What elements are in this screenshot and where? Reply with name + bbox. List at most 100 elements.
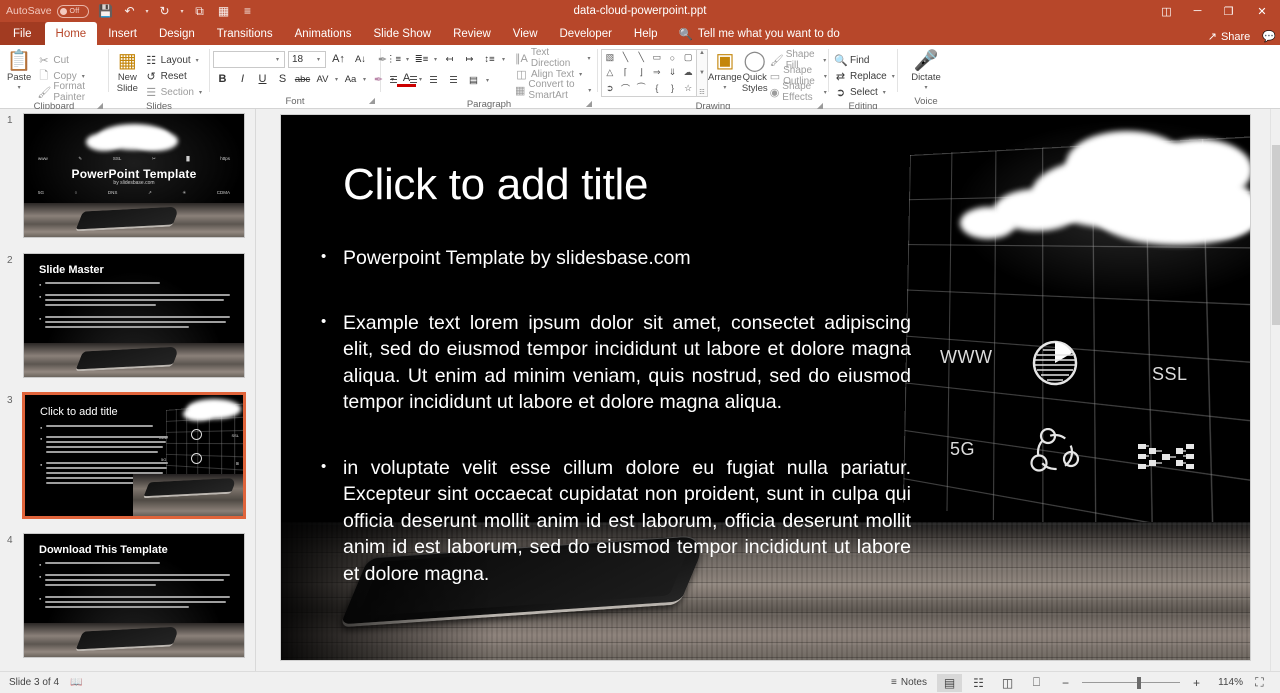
share-button[interactable]: ↗ Share — [1208, 30, 1251, 44]
tab-home[interactable]: Home — [44, 22, 98, 45]
bold-button[interactable]: B — [213, 70, 232, 88]
copy-dropdown-icon[interactable]: ▾ — [80, 73, 87, 80]
autosave-toggle[interactable]: Off — [56, 4, 89, 18]
character-spacing-button[interactable]: AV — [313, 70, 332, 88]
fit-slide-icon[interactable]: ⛶ — [1247, 674, 1272, 692]
vertical-scrollbar[interactable] — [1270, 109, 1280, 671]
scrollbar-thumb[interactable] — [1272, 145, 1280, 325]
shape-item[interactable]: ⌒ — [621, 82, 630, 95]
save-icon[interactable]: 💾 — [95, 1, 117, 21]
layout-dropdown-icon[interactable]: ▾ — [194, 57, 201, 64]
format-painter-button[interactable]: 🖌 Format Painter — [35, 81, 105, 103]
decrease-indent-button[interactable]: ↤ — [440, 50, 459, 68]
tab-design[interactable]: Design — [148, 22, 206, 45]
text-direction-dropdown-icon[interactable]: ▾ — [586, 55, 592, 62]
comments-button[interactable]: 💬 — [1262, 30, 1276, 43]
select-button[interactable]: ➲ Select ▾ — [832, 84, 899, 100]
line-spacing-dropdown-icon[interactable]: ▾ — [500, 56, 507, 63]
shape-item[interactable]: ○ — [670, 53, 675, 63]
section-button[interactable]: ☰ Section ▾ — [143, 84, 206, 100]
arrange-dropdown-icon[interactable]: ▾ — [721, 83, 728, 94]
paste-dropdown-icon[interactable]: ▾ — [16, 83, 23, 94]
font-name-dropdown-icon[interactable]: ▾ — [274, 56, 281, 63]
slide-show-button[interactable]: ⎕ — [1024, 674, 1049, 692]
increase-font-size-button[interactable]: A↑ — [329, 50, 348, 68]
zoom-slider[interactable] — [1082, 674, 1180, 692]
redo-dropdown-icon[interactable]: ▾ — [178, 8, 187, 15]
slide-thumbnail-3[interactable]: 3 www SSL 5G ⊞ Click to add title ● — [0, 389, 255, 529]
font-name-input[interactable]: ▾ — [213, 50, 285, 68]
shape-effects-dropdown-icon[interactable]: ▾ — [823, 89, 827, 96]
slide-body-placeholder[interactable]: Powerpoint Template by slidesbase.com Ex… — [301, 244, 911, 608]
shape-item[interactable]: ⌈ — [624, 67, 628, 78]
tab-developer[interactable]: Developer — [549, 22, 623, 45]
normal-view-button[interactable]: ▤ — [937, 673, 962, 692]
new-slide-button[interactable]: ▦ New Slide — [112, 49, 143, 95]
shape-effects-button[interactable]: ◉ Shape Effects ▾ — [768, 81, 830, 103]
shape-item[interactable]: ⇒ — [653, 67, 661, 78]
change-case-button[interactable]: Aa — [341, 70, 360, 88]
undo-icon[interactable]: ↶ — [119, 1, 141, 21]
text-direction-button[interactable]: ∥A Text Direction ▾ — [513, 47, 594, 69]
tab-transitions[interactable]: Transitions — [206, 22, 284, 45]
slide-thumbnail-canvas-selected[interactable]: www SSL 5G ⊞ Click to add title ● ● ● — [22, 392, 246, 519]
select-dropdown-icon[interactable]: ▾ — [881, 89, 888, 96]
shape-item[interactable]: ╲ — [638, 52, 643, 63]
tab-animations[interactable]: Animations — [284, 22, 363, 45]
font-size-input[interactable]: 18 ▾ — [288, 50, 326, 68]
underline-button[interactable]: U — [253, 70, 272, 88]
convert-to-smartart-button[interactable]: ▦ Convert to SmartArt ▾ — [513, 79, 594, 101]
numbering-button[interactable]: ≣≡ — [412, 50, 431, 68]
slide-thumbnail-canvas[interactable]: Download This Template ● ● ● — [23, 533, 245, 658]
tab-view[interactable]: View — [502, 22, 549, 45]
shape-item[interactable]: △ — [606, 67, 613, 78]
font-size-dropdown-icon[interactable]: ▾ — [315, 56, 322, 63]
tab-file[interactable]: File — [0, 22, 45, 45]
current-slide[interactable]: WWW SSL 5G Click to add title • Powerpoi… — [281, 115, 1250, 660]
line-spacing-button[interactable]: ↕≡ — [480, 50, 499, 68]
shapes-gallery[interactable]: ▧ ╲ ╲ ▭ ○ ▢ △ ⌈ ⌋ ⇒ ⇓ ☁ ➲ ⌒ ⏜ {} ☆ — [601, 49, 697, 97]
text-shadow-button[interactable]: S — [273, 70, 292, 88]
character-spacing-dropdown-icon[interactable]: ▾ — [333, 76, 340, 83]
autosave-control[interactable]: AutoSave Off — [6, 4, 93, 18]
shapes-more-icon[interactable]: ☷ — [699, 89, 704, 96]
shape-item[interactable]: ☁ — [684, 67, 693, 78]
shape-outline-dropdown-icon[interactable]: ▾ — [823, 73, 827, 80]
shape-item[interactable]: ▢ — [684, 52, 693, 63]
shape-item[interactable]: ╲ — [623, 52, 628, 63]
tab-slide-show[interactable]: Slide Show — [363, 22, 443, 45]
reading-view-icon[interactable]: ▦ — [213, 1, 235, 21]
replace-button[interactable]: ⇄ Replace ▾ — [832, 68, 899, 84]
shape-fill-dropdown-icon[interactable]: ▾ — [822, 57, 827, 64]
quick-styles-button[interactable]: ◯ Quick Styles — [742, 49, 768, 95]
shape-item[interactable]: ☆ — [684, 83, 692, 94]
slide-thumbnail-1[interactable]: 1 www ✎ SSL ✂ █ https PowerPoint Templat… — [0, 109, 255, 249]
slide-thumbnail-4[interactable]: 4 Download This Template ● ● ● — [0, 529, 255, 669]
strikethrough-button[interactable]: abc — [293, 70, 312, 88]
slide-thumbnail-canvas[interactable]: www ✎ SSL ✂ █ https PowerPoint Template … — [23, 113, 245, 238]
smartart-dropdown-icon[interactable]: ▾ — [588, 87, 592, 94]
italic-button[interactable]: I — [233, 70, 252, 88]
shape-item[interactable]: ⏜ — [637, 83, 646, 94]
slide-thumbnail-2[interactable]: 2 Slide Master ● ● ● — [0, 249, 255, 389]
paste-button[interactable]: 📋 Paste ▾ — [3, 49, 35, 94]
decrease-font-size-button[interactable]: A↓ — [351, 50, 370, 68]
align-left-button[interactable]: ☰ — [384, 71, 403, 89]
layout-button[interactable]: ☷ Layout ▾ — [143, 52, 206, 68]
find-button[interactable]: 🔍 Find — [832, 52, 899, 68]
restore-button[interactable]: ❐ — [1213, 0, 1244, 22]
shape-item[interactable]: ▧ — [606, 52, 615, 63]
numbering-dropdown-icon[interactable]: ▾ — [432, 56, 439, 63]
section-dropdown-icon[interactable]: ▾ — [197, 89, 204, 96]
notes-button[interactable]: ≡ Notes — [891, 677, 933, 688]
scroll-down-icon[interactable]: ▼ — [699, 70, 705, 76]
change-case-dropdown-icon[interactable]: ▾ — [361, 76, 368, 83]
columns-button[interactable]: ▤ — [464, 71, 483, 89]
reading-view-button[interactable]: ◫ — [995, 674, 1020, 692]
scroll-up-icon[interactable]: ▲ — [699, 50, 705, 56]
ribbon-display-options-icon[interactable]: ◫ — [1151, 0, 1182, 22]
increase-indent-button[interactable]: ↦ — [460, 50, 479, 68]
customize-qat-icon[interactable]: ≡ — [237, 1, 259, 21]
shape-item[interactable]: ⇓ — [669, 67, 677, 78]
reset-button[interactable]: ↺ Reset — [143, 68, 206, 84]
